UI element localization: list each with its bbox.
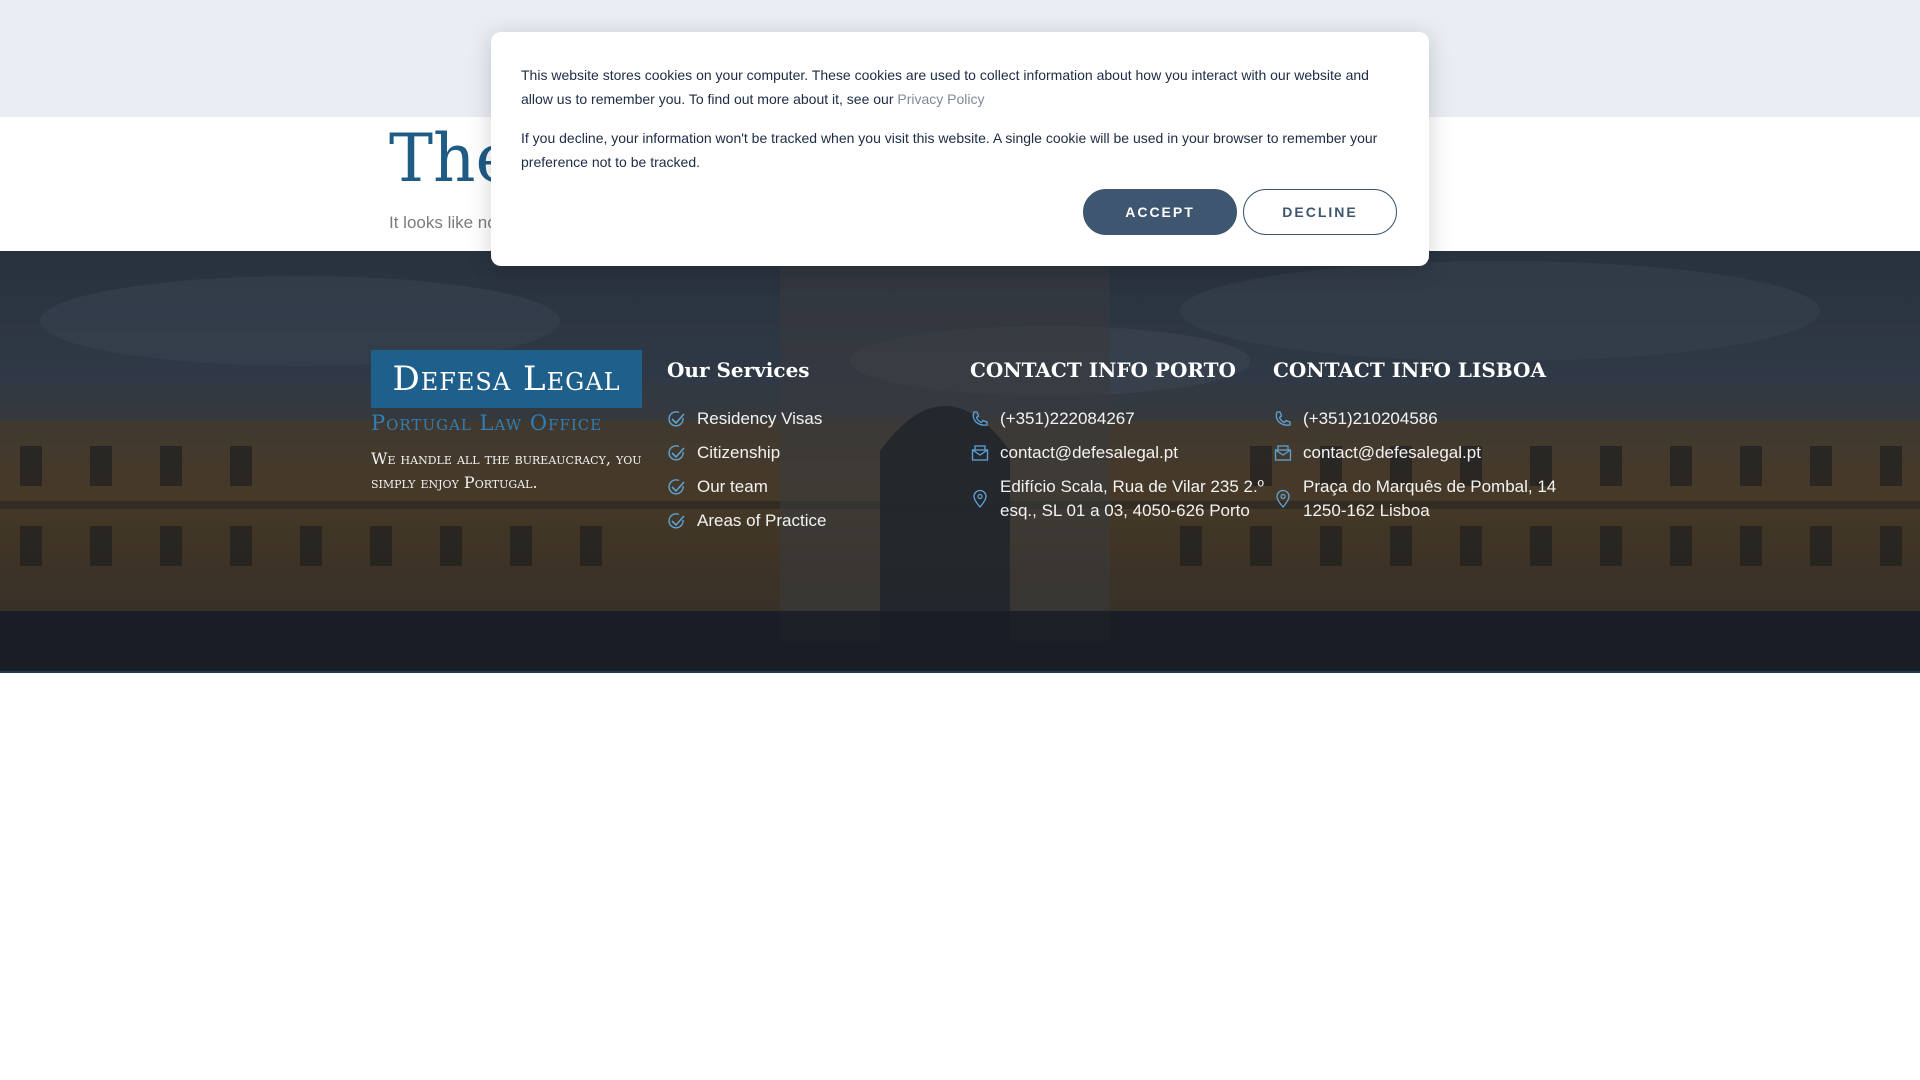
cookie-consent-banner: This website stores cookies on your comp… xyxy=(491,32,1429,266)
service-label: Residency Visas xyxy=(697,409,823,428)
check-icon xyxy=(667,511,687,531)
cookie-paragraph-1: This website stores cookies on your comp… xyxy=(521,63,1401,111)
lisboa-address-line1: Praça do Marquês de Pombal, 14 xyxy=(1303,477,1557,496)
check-icon xyxy=(667,409,687,429)
accept-cookies-button[interactable]: ACCEPT xyxy=(1083,189,1237,235)
porto-address-line2: esq., SL 01 a 03, 4050-626 Porto xyxy=(1000,501,1250,520)
lisboa-email: contact@defesalegal.pt xyxy=(1303,443,1481,462)
porto-phone: (+351)222084267 xyxy=(1000,409,1135,428)
lisboa-email-link[interactable]: contact@defesalegal.pt xyxy=(1273,441,1481,465)
service-link-citizenship[interactable]: Citizenship xyxy=(667,441,780,465)
location-icon xyxy=(970,489,990,509)
porto-email-link[interactable]: contact@defesalegal.pt xyxy=(970,441,1178,465)
phone-icon xyxy=(1273,409,1293,429)
service-link-residency-visas[interactable]: Residency Visas xyxy=(667,407,822,431)
porto-heading: CONTACT INFO PORTO xyxy=(970,358,1236,382)
lisboa-phone: (+351)210204586 xyxy=(1303,409,1438,428)
footer-overlay xyxy=(0,251,1920,672)
service-label: Citizenship xyxy=(697,443,781,462)
service-link-areas-of-practice[interactable]: Areas of Practice xyxy=(667,509,826,533)
footer-tagline: We handle all the bureaucracy, you simpl… xyxy=(371,449,642,492)
page-message: It looks like no xyxy=(389,213,497,232)
services-heading: Our Services xyxy=(667,358,810,382)
email-icon xyxy=(970,443,990,463)
lisboa-phone-link[interactable]: (+351)210204586 xyxy=(1273,407,1438,431)
check-icon xyxy=(667,477,687,497)
service-label: Areas of Practice xyxy=(697,511,827,530)
footer-divider xyxy=(0,671,1920,673)
lisboa-heading: CONTACT INFO LISBOA xyxy=(1273,358,1546,382)
cookie-paragraph-2: If you decline, your information won't b… xyxy=(521,130,1378,170)
check-icon xyxy=(667,443,687,463)
privacy-policy-link[interactable]: Privacy Policy xyxy=(897,91,984,107)
lisboa-address-text: Praça do Marquês de Pombal, 14 1250-162 … xyxy=(1303,475,1556,523)
phone-icon xyxy=(970,409,990,429)
service-link-our-team[interactable]: Our team xyxy=(667,475,768,499)
lisboa-address: Praça do Marquês de Pombal, 14 1250-162 … xyxy=(1273,475,1556,523)
porto-address-line1: Edifício Scala, Rua de Vilar 235 2.º xyxy=(1000,477,1264,496)
porto-address-text: Edifício Scala, Rua de Vilar 235 2.º esq… xyxy=(1000,475,1264,523)
footer-logo-subtitle: Portugal Law Office xyxy=(371,411,603,435)
service-label: Our team xyxy=(697,477,768,496)
footer-logo[interactable]: Defesa Legal xyxy=(371,350,642,408)
location-icon xyxy=(1273,489,1293,509)
porto-phone-link[interactable]: (+351)222084267 xyxy=(970,407,1135,431)
porto-email: contact@defesalegal.pt xyxy=(1000,443,1178,462)
site-footer xyxy=(0,251,1920,672)
decline-cookies-button[interactable]: DECLINE xyxy=(1243,189,1397,235)
email-icon xyxy=(1273,443,1293,463)
lisboa-address-line2: 1250-162 Lisboa xyxy=(1303,501,1430,520)
porto-address: Edifício Scala, Rua de Vilar 235 2.º esq… xyxy=(970,475,1264,523)
